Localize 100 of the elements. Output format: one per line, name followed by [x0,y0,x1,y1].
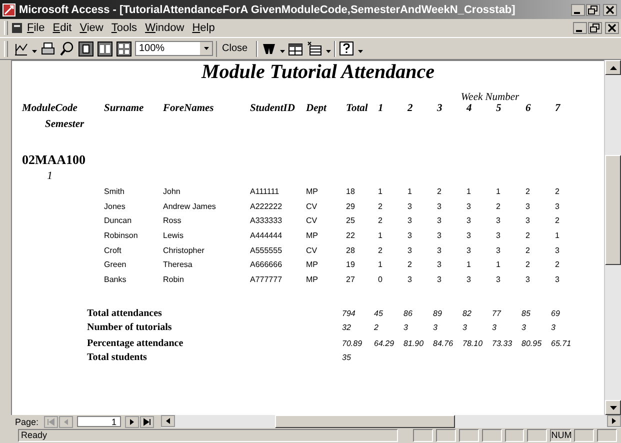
table-cell-text: Andrew James [163,202,217,211]
table-cell-text: 3 [466,274,472,284]
table-cell-text: Green [104,260,128,270]
column-heading: 2 [406,103,414,114]
table-cell-text: A333333 [250,216,284,226]
summary-value: 86 [402,309,414,318]
table-cell-text: 3 [554,246,560,255]
caret-icon[interactable] [204,47,208,50]
window-title: Microsoft Access - [TutorialAttendanceForA GivenModuleCode,SemesterAndWeekN_Crosstab] [19,4,516,16]
table-cell-text: 3 [466,216,472,226]
two-pages-icon[interactable] [97,40,113,56]
table-cell-text: 3 [436,274,442,284]
table-cell-text: 3 [406,246,413,255]
app-key-icon [2,2,16,16]
column-heading: StudentID [250,103,296,114]
scroll-down-icon[interactable] [610,406,616,410]
column-heading: 6 [524,103,532,114]
summary-value: 89 [432,309,443,318]
last-page-icon[interactable] [140,416,154,428]
table-cell-text: 2 [554,186,560,196]
summary-value: 3 [462,323,468,332]
table-cell-text: 2 [524,230,531,240]
column-heading: 4 [465,103,473,114]
database-window-icon[interactable] [288,40,304,56]
minimize-icon[interactable] [571,4,585,16]
menu-item[interactable]: Window [141,21,188,35]
one-page-icon[interactable] [78,40,94,56]
summary-label: Total attendances [86,308,163,320]
table-cell-text: Ross [163,216,182,226]
table-cell-text: Banks [104,274,128,284]
vertical-scrollbar[interactable] [604,60,621,415]
table-cell-text: MP [306,186,319,196]
table-cell-text: 3 [495,246,502,255]
summary-value: 80.95 [520,339,543,348]
zoom-icon[interactable] [59,40,75,56]
restore-icon[interactable] [586,4,600,16]
summary-value: 3 [432,323,438,332]
table-cell-text: 3 [524,202,531,211]
table-cell-text: 2 [377,246,384,255]
table-cell-text: 3 [406,274,413,284]
table-cell-text: 22 [345,230,356,240]
table-cell-text: 3 [495,216,502,226]
table-cell-text: 1 [377,186,384,196]
scroll-up-icon[interactable] [610,66,616,70]
table-cell-text: Lewis [163,230,184,240]
restore-icon[interactable] [588,22,602,34]
column-heading: Semester [44,119,86,130]
print-icon[interactable] [40,40,56,56]
new-object-icon[interactable] [306,40,323,56]
table-cell-text: 28 [345,246,356,255]
next-page-icon[interactable] [124,416,139,428]
column-heading: Surname [104,103,145,114]
table-cell-text: MP [306,260,319,270]
semester-value: 1 [46,170,54,184]
table-cell-text: A444444 [250,230,284,240]
horizontal-scrollbar[interactable] [160,415,621,428]
page-number-field[interactable]: 1 [76,416,121,427]
table-cell-text: Smith [104,186,126,196]
table-cell-text: CV [306,202,318,211]
table-cell-text: 3 [406,216,413,226]
scroll-left-icon[interactable] [160,415,175,427]
column-heading: Week Number [460,92,520,103]
table-cell-text: A222222 [250,202,284,211]
summary-value: 2 [373,323,380,332]
table-cell-text: A555555 [250,246,284,255]
multiple-pages-icon[interactable] [116,40,132,56]
menu-item[interactable]: File [23,21,49,35]
menu-item[interactable]: View [76,21,108,35]
table-cell-text: MP [306,274,319,284]
close-icon[interactable] [605,22,619,34]
status-panel [458,429,479,442]
table-cell-text: 29 [345,202,356,211]
scroll-right-icon[interactable] [607,415,621,427]
table-cell-text: Robinson [104,230,139,240]
table-cell-text: 1 [406,186,413,196]
table-cell-text: A777777 [250,274,284,284]
summary-label: Percentage attendance [86,338,184,350]
table-cell-text: Croft [104,246,122,255]
help-icon[interactable] [338,40,355,56]
summary-label: Total students [86,352,148,364]
menu-item[interactable]: Help [188,21,219,35]
status-panel [413,429,434,442]
zoom-dropdown[interactable]: 100% [135,41,213,56]
table-cell-text: 2 [554,260,560,270]
table-cell-text: 3 [495,274,502,284]
menu-item[interactable]: Tools [107,21,142,35]
status-panel [574,429,594,442]
table-cell-text: 3 [554,274,560,284]
document-icon [11,22,23,34]
table-cell-text: 27 [345,274,356,284]
table-cell-text: 3 [436,260,442,270]
table-cell-text: 2 [377,202,384,211]
summary-value: 84.76 [432,339,454,348]
summary-value: 65.71 [550,339,572,348]
table-cell-text: Christopher [163,246,206,255]
table-cell-text: 2 [377,216,384,226]
minimize-icon[interactable] [573,22,587,34]
close-icon[interactable] [603,4,617,16]
table-cell-text: John [163,186,182,196]
menu-item[interactable]: Edit [48,21,76,35]
